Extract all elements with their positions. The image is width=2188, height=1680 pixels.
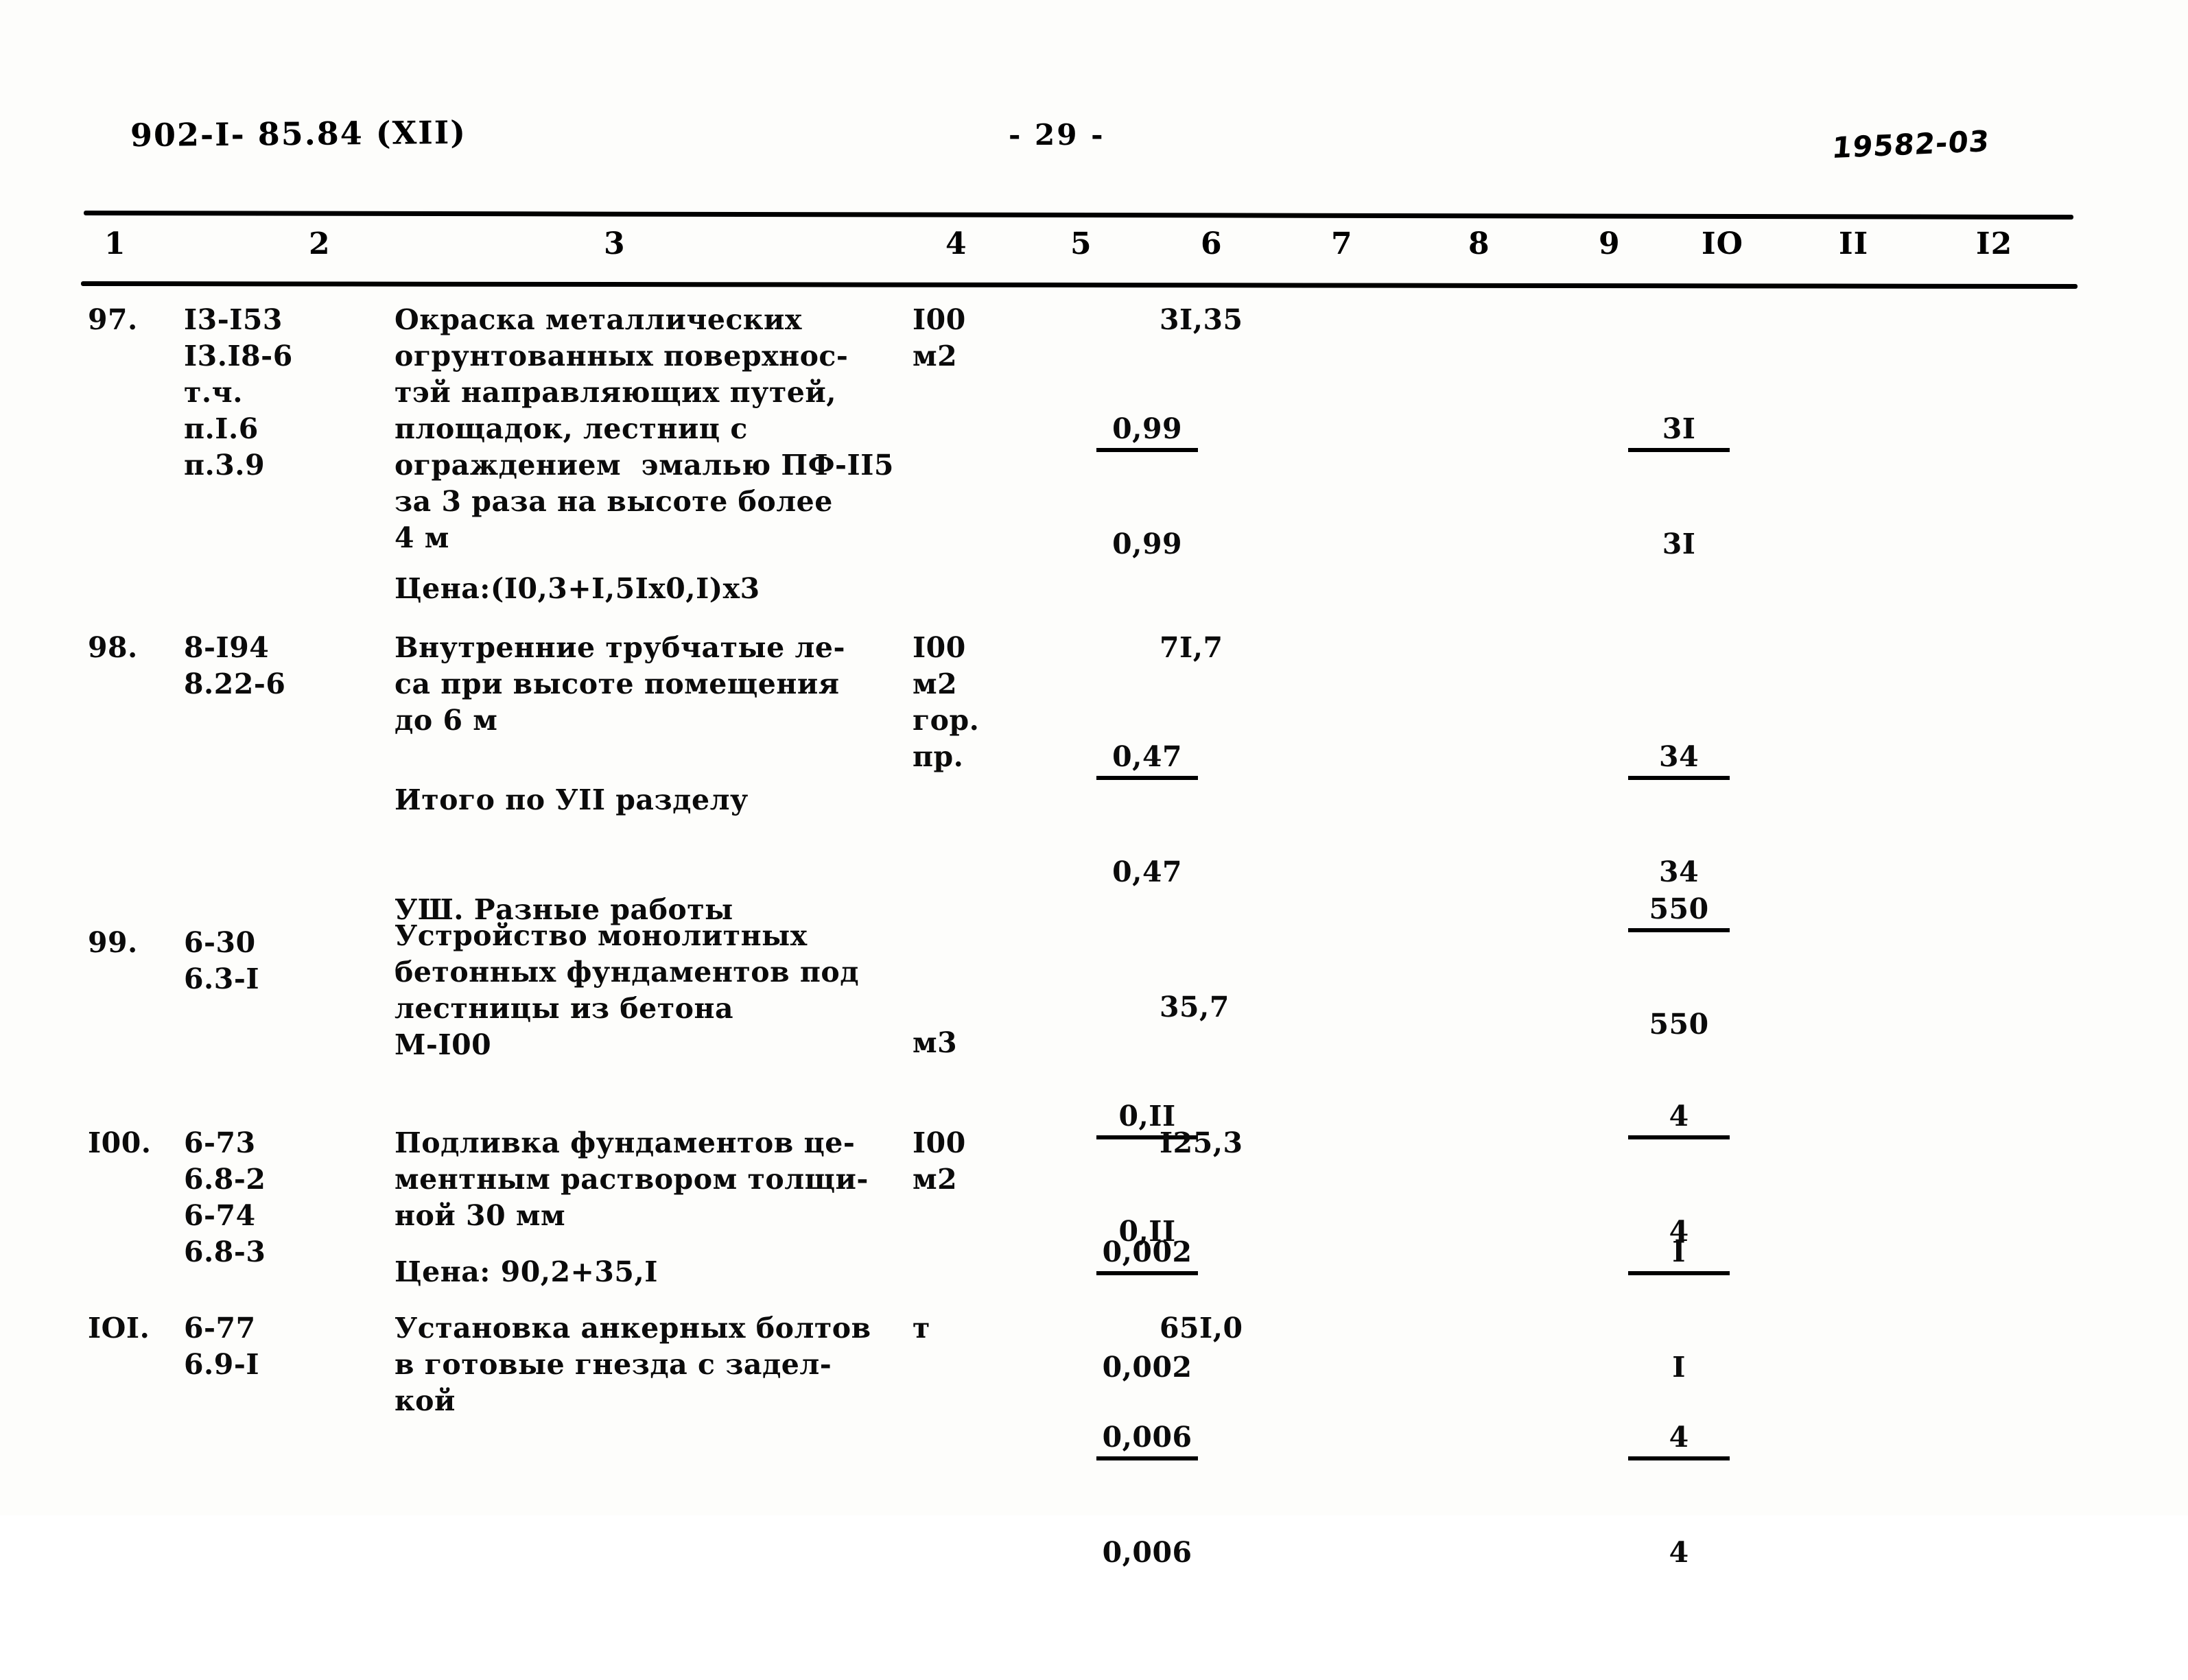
row-total: 3I 3I	[1547, 302, 1730, 672]
column-header-9: 9	[1599, 226, 1621, 261]
column-header-1: 1	[104, 226, 126, 261]
total-denominator: 4	[1669, 1536, 1689, 1569]
column-header-7: 7	[1331, 226, 1353, 261]
table-column-headers: 1 2 3 4 5 6 7 8 9 IO II I2	[0, 226, 2188, 274]
row-total: 4 4	[1547, 1310, 1730, 1680]
row-codes: 6-77 6.9-I	[184, 1312, 260, 1381]
table-header-rule	[80, 281, 2078, 289]
total-denominator: 3I	[1662, 528, 1696, 560]
row-price-note: Цена: 90,2+35,I	[395, 1255, 658, 1288]
quantity-numerator: 0,002	[1096, 1234, 1198, 1275]
row-unit-price: 35,7	[1160, 991, 1230, 1024]
row-number: IOI.	[88, 1312, 150, 1345]
row-description: Установка анкерных болтов в готовые гнез…	[395, 1312, 871, 1417]
column-header-8: 8	[1468, 226, 1490, 261]
row-unit: I00 м2 гор. пр.	[913, 631, 980, 773]
row-codes: 6-30 6.3-I	[184, 926, 260, 995]
total-fraction: 3I 3I	[1628, 338, 1730, 635]
total-numerator: 4	[1628, 1419, 1730, 1460]
table-top-rule	[83, 210, 2074, 220]
subtotal-numerator: 550	[1628, 891, 1730, 932]
total-numerator: 34	[1628, 739, 1730, 780]
column-header-4: 4	[945, 226, 967, 261]
row-quantity: 0,99 0,99	[1015, 302, 1198, 672]
row-number: 97.	[88, 303, 138, 336]
document-code: 902-I- 85.84 (XII)	[130, 113, 467, 154]
quantity-numerator: 0,006	[1096, 1419, 1198, 1460]
row-quantity: 0,47 0,47	[1015, 630, 1198, 999]
column-header-2: 2	[309, 226, 331, 261]
row-unit: т	[913, 1312, 930, 1345]
row-unit-price: I25,3	[1160, 1126, 1243, 1159]
row-price-note: Цена:(I0,3+I,5Iх0,I)х3	[395, 572, 760, 605]
row-codes: I3-I53 I3.I8-6 т.ч. п.I.6 п.3.9	[184, 303, 293, 482]
row-description: Окраска металлических огрунтованных пове…	[395, 303, 894, 554]
row-unit: I00 м2	[913, 1126, 966, 1196]
column-header-3: 3	[604, 226, 626, 261]
quantity-denominator: 0,47	[1112, 855, 1182, 888]
row-description: Устройство монолитных бетонных фундамент…	[395, 919, 860, 1061]
total-numerator: 3I	[1628, 411, 1730, 452]
row-codes: 6-73 6.8-2 6-74 6.8-3	[184, 1126, 266, 1268]
column-header-11: II	[1839, 226, 1869, 261]
quantity-numerator: 0,99	[1096, 411, 1198, 452]
total-fraction: 4 4	[1628, 1347, 1730, 1644]
row-description: Внутренние трубчатые ле- са при высоте п…	[395, 631, 845, 737]
row-number: 98.	[88, 631, 138, 664]
row-codes: 8-I94 8.22-6	[184, 631, 286, 700]
quantity-denominator: 0,99	[1112, 528, 1182, 560]
row-number: I00.	[88, 1126, 152, 1159]
quantity-fraction: 0,47 0,47	[1096, 666, 1198, 963]
quantity-denominator: 0,006	[1102, 1536, 1192, 1569]
row-unit-price: 7I,7	[1160, 631, 1223, 664]
row-description: Подливка фундаментов це- ментным раствор…	[395, 1126, 869, 1232]
page-number: - 29 -	[1009, 118, 1105, 152]
document-page: 902-I- 85.84 (XII) - 29 - 19582-03 1 2 3…	[0, 0, 2188, 1569]
row-unit: I00 м2	[913, 303, 966, 372]
quantity-fraction: 0,99 0,99	[1096, 338, 1198, 635]
row-unit-price: 3I,35	[1160, 303, 1243, 336]
sheet-code-handwritten: 19582-03	[1831, 123, 1991, 165]
subtotal-label: Итого по УII разделу	[395, 783, 749, 816]
column-header-6: 6	[1201, 226, 1223, 261]
quantity-fraction: 0,006 0,006	[1096, 1347, 1198, 1644]
row-number: 99.	[88, 926, 138, 959]
row-unit: м3	[913, 1026, 958, 1059]
row-quantity: 0,006 0,006	[1015, 1310, 1198, 1680]
column-header-5: 5	[1070, 226, 1092, 261]
total-numerator: I	[1628, 1234, 1730, 1275]
column-header-10: IO	[1702, 226, 1743, 261]
row-unit-price: 65I,0	[1160, 1312, 1243, 1345]
column-header-12: I2	[1976, 226, 2013, 261]
quantity-numerator: 0,47	[1096, 739, 1198, 780]
page-header: 902-I- 85.84 (XII) - 29 - 19582-03	[0, 113, 2188, 170]
